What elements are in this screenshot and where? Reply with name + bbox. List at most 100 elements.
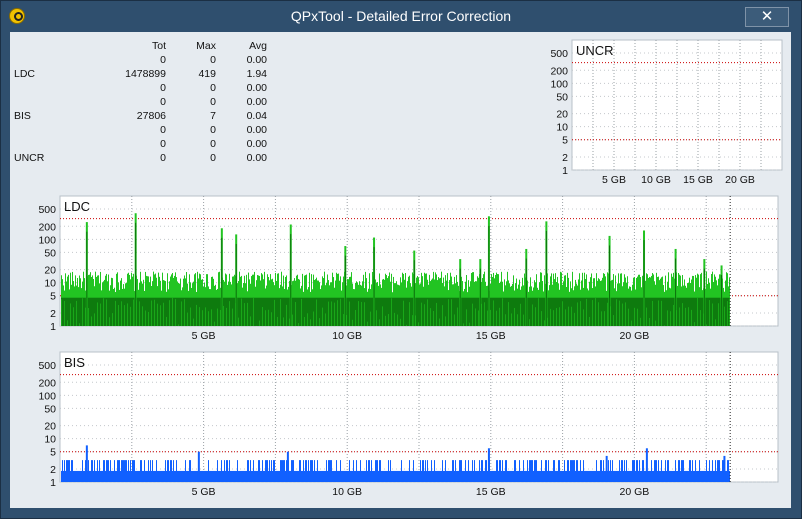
ldc-bar [694, 322, 695, 326]
bis-bar [96, 470, 97, 482]
bis-bar [226, 460, 227, 482]
ldc-bar [307, 313, 308, 326]
bis-bar [614, 470, 615, 482]
ldc-bar [355, 309, 356, 326]
bis-bar [557, 470, 558, 482]
bis-bar [339, 470, 340, 482]
bis-bar [286, 460, 287, 482]
bis-bar [329, 460, 330, 482]
bis-bar [72, 460, 73, 482]
ldc-bar [613, 315, 614, 326]
ldc-bar [259, 320, 260, 326]
ldc-bar [409, 302, 410, 326]
bis-bar [248, 460, 249, 482]
x-tick-label: 5 GB [602, 174, 626, 186]
ldc-spike-core [488, 225, 490, 326]
stats-cell-label [14, 137, 64, 151]
ldc-bar [163, 302, 164, 326]
ldc-bar [166, 316, 167, 326]
bis-bar [537, 470, 538, 482]
y-tick-label: 200 [38, 377, 56, 389]
bis-bar [251, 470, 252, 482]
bis-bar [616, 470, 617, 482]
ldc-bar [181, 301, 182, 326]
bis-bar [257, 470, 258, 482]
ldc-bar [478, 310, 479, 326]
bis-bar [218, 470, 219, 482]
bis-bar [592, 470, 593, 482]
bis-bar [328, 460, 329, 482]
bis-bar [589, 470, 590, 482]
ldc-bar [130, 306, 131, 326]
ldc-bar [679, 307, 680, 326]
bis-bar [187, 470, 188, 482]
bis-bar [419, 470, 420, 482]
ldc-spike-core [703, 268, 705, 326]
bis-bar [114, 460, 115, 482]
bis-bar [319, 470, 320, 482]
bis-bar [596, 460, 597, 482]
stats-cell-tot: 1478899 [125, 68, 166, 80]
stats-row: BIS 27806 7 0.04 [14, 109, 267, 123]
ldc-bar [565, 309, 566, 326]
ldc-bar [673, 304, 674, 326]
bis-bar [509, 470, 510, 482]
bis-bar [175, 470, 176, 482]
bis-bar [282, 460, 283, 482]
bis-bar [529, 460, 530, 482]
bis-bar [466, 470, 467, 482]
bis-bar [534, 460, 535, 482]
ldc-bar [490, 309, 491, 326]
bis-bar [535, 460, 536, 482]
bis-bar [389, 470, 390, 482]
stats-cell-avg: 0.00 [246, 124, 267, 136]
bis-bar [408, 470, 409, 482]
bis-bar [265, 460, 266, 482]
bis-bar [632, 460, 633, 482]
ldc-bar [574, 312, 575, 326]
bis-bar [303, 460, 304, 482]
bis-bar [232, 470, 233, 482]
bis-bar [212, 470, 213, 482]
bis-bar [133, 460, 134, 482]
ldc-bar [634, 307, 635, 326]
bis-bar [344, 470, 345, 482]
bis-bar [184, 470, 185, 482]
ldc-bar [199, 307, 200, 326]
bis-bar [568, 460, 569, 482]
stats-cell-label [14, 81, 64, 95]
bis-bar [115, 470, 116, 482]
close-button[interactable]: ✕ [745, 7, 789, 27]
bis-spike [645, 448, 648, 482]
bis-bar [497, 460, 498, 482]
y-tick-label: 100 [38, 234, 56, 246]
bis-bar [239, 470, 240, 482]
ldc-spike-core [86, 231, 88, 326]
bis-bar [622, 460, 623, 482]
ldc-bar [145, 310, 146, 326]
ldc-spike-core [290, 234, 292, 326]
bis-bar [473, 470, 474, 482]
stats-cell-max: 0 [210, 138, 216, 150]
bis-bar [491, 470, 492, 482]
bis-bar [135, 470, 136, 482]
bis-bar [653, 470, 654, 482]
bis-bar [216, 470, 217, 482]
bis-bar [290, 470, 291, 482]
ldc-spike-core [135, 222, 137, 326]
ldc-bar [454, 314, 455, 326]
bis-bar [308, 460, 309, 482]
title-bar[interactable]: QPxTool - Detailed Error Correction ✕ [1, 1, 801, 31]
ldc-bar [262, 307, 263, 326]
bis-bar [678, 460, 679, 482]
bis-bar [561, 470, 562, 482]
bis-bar [258, 460, 259, 482]
bis-bar [512, 470, 513, 482]
bis-bar [306, 460, 307, 482]
bis-bar [424, 470, 425, 482]
bis-bar [441, 470, 442, 482]
stats-header-tot: Tot [151, 40, 166, 52]
bis-bar [576, 460, 577, 482]
bis-bar [519, 460, 520, 482]
bis-bar [272, 470, 273, 482]
